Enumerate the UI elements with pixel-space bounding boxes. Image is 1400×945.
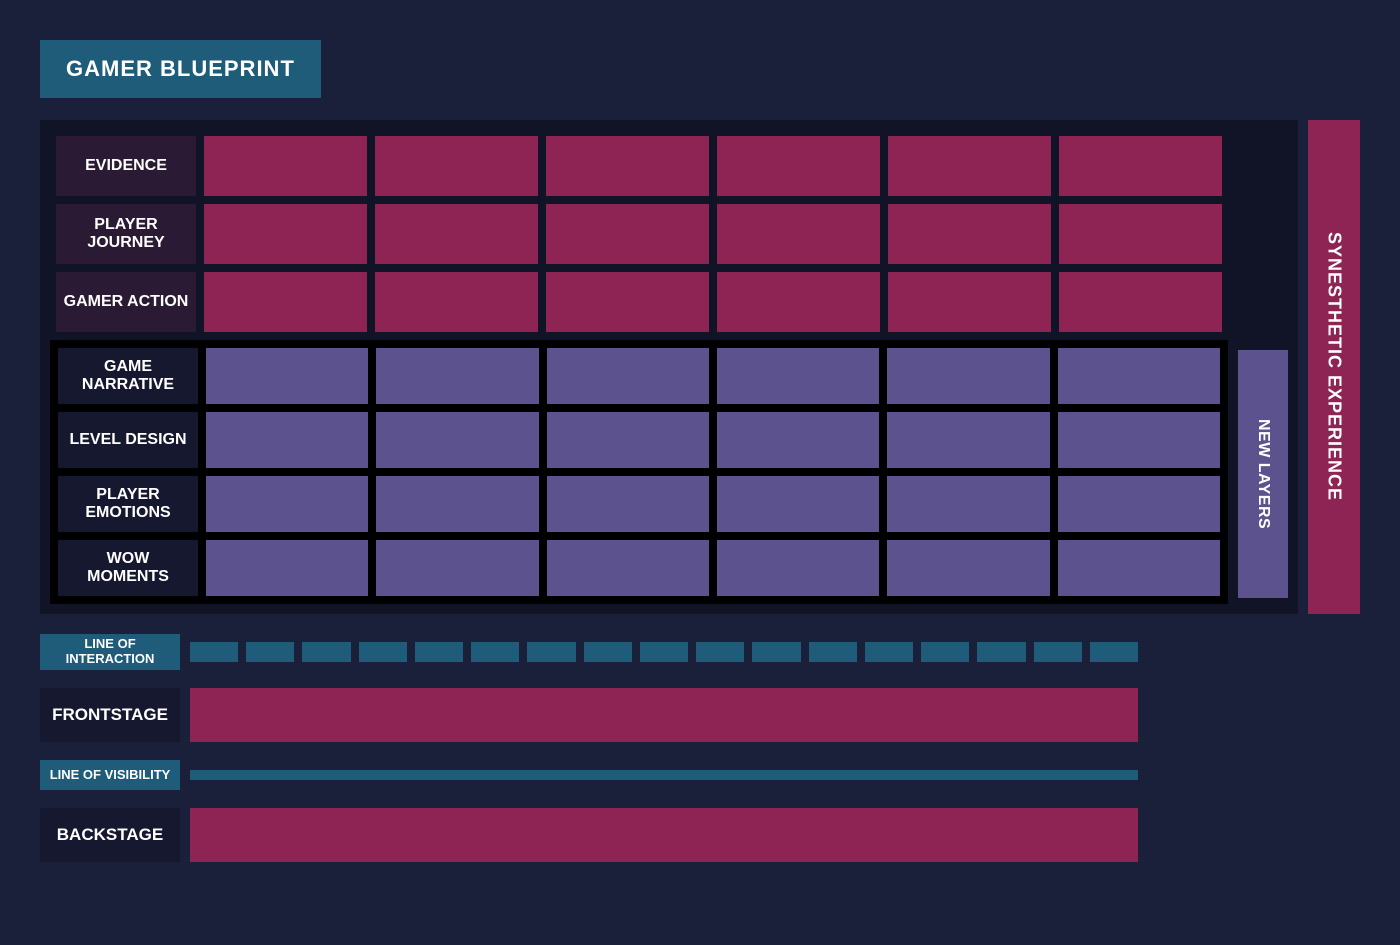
grid-cell <box>717 540 879 596</box>
grid-cell <box>547 476 709 532</box>
grid-cell <box>717 272 880 332</box>
grid-cell <box>1058 540 1220 596</box>
grid-cell <box>547 348 709 404</box>
interaction-dash <box>190 642 238 662</box>
grid-cell <box>888 136 1051 196</box>
interaction-dash <box>752 642 800 662</box>
grid-cell <box>1058 476 1220 532</box>
interaction-dash <box>527 642 575 662</box>
line-of-interaction-label: LINE OF INTERACTION <box>40 634 180 670</box>
grid-row-bottom: PLAYER EMOTIONS <box>58 476 1220 532</box>
interaction-dash <box>1034 642 1082 662</box>
interaction-dash <box>246 642 294 662</box>
interaction-dash <box>1090 642 1138 662</box>
grid-cell <box>1058 348 1220 404</box>
grid-cell <box>375 136 538 196</box>
grid-row-bottom: WOW MOMENTS <box>58 540 1220 596</box>
grid-cell <box>206 412 368 468</box>
grid-cell <box>1059 136 1222 196</box>
interaction-dash <box>584 642 632 662</box>
grid-cell <box>376 348 538 404</box>
blueprint-grid: EVIDENCE PLAYER JOURNEY GAMER ACTION GAME … <box>50 130 1228 604</box>
grid-cell <box>887 476 1049 532</box>
frontstage-row: FRONTSTAGE <box>40 688 1138 742</box>
stage-area: LINE OF INTERACTION FRONTSTAGE LINE OF V… <box>40 634 1138 862</box>
diagram-canvas: GAMER BLUEPRINT EVIDENCE PLAYER JOURNEY GA… <box>0 0 1400 945</box>
grid-cell <box>717 476 879 532</box>
grid-cell <box>206 476 368 532</box>
grid-cell <box>375 272 538 332</box>
grid-cell <box>1058 412 1220 468</box>
grid-cell <box>206 540 368 596</box>
line-of-interaction-row: LINE OF INTERACTION <box>40 634 1138 670</box>
line-of-visibility-track <box>190 770 1138 780</box>
grid-row-top: EVIDENCE <box>56 136 1222 196</box>
backstage-label: BACKSTAGE <box>40 808 180 862</box>
grid-cell <box>717 136 880 196</box>
interaction-dash <box>302 642 350 662</box>
grid-cell <box>717 348 879 404</box>
grid-row-bottom: GAME NARRATIVE <box>58 348 1220 404</box>
grid-cell <box>204 136 367 196</box>
interaction-dash <box>921 642 969 662</box>
grid-cell <box>887 540 1049 596</box>
row-label: PLAYER EMOTIONS <box>58 476 198 532</box>
frontstage-label: FRONTSTAGE <box>40 688 180 742</box>
interaction-dash <box>415 642 463 662</box>
row-label: PLAYER JOURNEY <box>56 204 196 264</box>
interaction-dash <box>640 642 688 662</box>
grid-row-top: GAMER ACTION <box>56 272 1222 332</box>
row-label: GAMER ACTION <box>56 272 196 332</box>
synesthetic-label: SYNESTHETIC EXPERIENCE <box>1308 120 1360 614</box>
bottom-section: GAME NARRATIVE LEVEL DESIGN PLAYER EMOTION… <box>50 340 1228 604</box>
grid-cell <box>888 204 1051 264</box>
grid-cell <box>546 136 709 196</box>
interaction-dash <box>359 642 407 662</box>
grid-cell <box>375 204 538 264</box>
grid-cell <box>546 204 709 264</box>
grid-cell <box>547 540 709 596</box>
interaction-dash <box>471 642 519 662</box>
frontstage-bar <box>190 688 1138 742</box>
row-label: GAME NARRATIVE <box>58 348 198 404</box>
grid-cell <box>547 412 709 468</box>
new-layers-column: NEW LAYERS <box>1238 130 1288 604</box>
upper-wrap: EVIDENCE PLAYER JOURNEY GAMER ACTION GAME … <box>40 120 1360 614</box>
grid-cell <box>376 476 538 532</box>
interaction-dash <box>809 642 857 662</box>
grid-cell <box>717 412 879 468</box>
grid-cell <box>546 272 709 332</box>
grid-cell <box>206 348 368 404</box>
line-of-visibility-row: LINE OF VISIBILITY <box>40 760 1138 790</box>
line-of-visibility-label: LINE OF VISIBILITY <box>40 760 180 790</box>
grid-cell <box>204 204 367 264</box>
grid-cell <box>887 412 1049 468</box>
grid-cell <box>887 348 1049 404</box>
grid-cell <box>376 412 538 468</box>
grid-cell <box>204 272 367 332</box>
new-layers-label: NEW LAYERS <box>1238 350 1288 598</box>
grid-row-bottom: LEVEL DESIGN <box>58 412 1220 468</box>
blueprint-panel: EVIDENCE PLAYER JOURNEY GAMER ACTION GAME … <box>40 120 1298 614</box>
grid-cell <box>717 204 880 264</box>
top-section: EVIDENCE PLAYER JOURNEY GAMER ACTION <box>50 130 1228 338</box>
row-label: WOW MOMENTS <box>58 540 198 596</box>
interaction-dash <box>865 642 913 662</box>
backstage-bar <box>190 808 1138 862</box>
grid-row-top: PLAYER JOURNEY <box>56 204 1222 264</box>
backstage-row: BACKSTAGE <box>40 808 1138 862</box>
interaction-dash <box>696 642 744 662</box>
row-label: LEVEL DESIGN <box>58 412 198 468</box>
grid-cell <box>1059 204 1222 264</box>
grid-cell <box>888 272 1051 332</box>
diagram-title: GAMER BLUEPRINT <box>40 40 321 98</box>
grid-cell <box>1059 272 1222 332</box>
grid-cell <box>376 540 538 596</box>
line-of-interaction-track <box>190 642 1138 662</box>
interaction-dash <box>977 642 1025 662</box>
row-label: EVIDENCE <box>56 136 196 196</box>
